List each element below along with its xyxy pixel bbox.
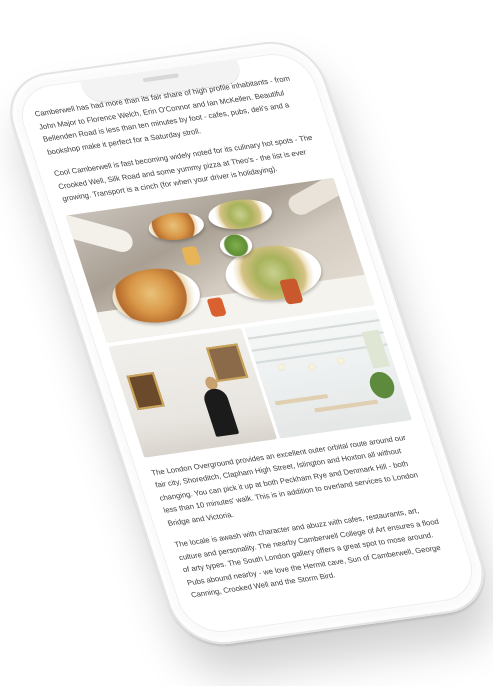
phone-speaker-icon (141, 73, 179, 83)
cafe-table (312, 399, 378, 413)
gallery-visitor (200, 386, 239, 437)
cafe-lamp (277, 363, 284, 370)
phone-mockup: Camberwell has had more than its fair sh… (0, 35, 493, 651)
cafe-wall-shelf (360, 329, 390, 368)
article-content[interactable]: Camberwell has had more than its fair sh… (33, 71, 463, 620)
cafe-lamp (336, 357, 344, 364)
photo-arm (283, 177, 350, 218)
mockup-stage: Camberwell has had more than its fair sh… (0, 0, 493, 686)
photo-glass (180, 245, 201, 266)
photo-arm (65, 212, 134, 255)
cafe-table (273, 393, 328, 405)
cafe-lamp (307, 363, 315, 370)
gallery-painting (125, 371, 165, 410)
photo-pizza (203, 195, 276, 233)
cafe-plant (365, 369, 398, 400)
photo-pizza (144, 208, 208, 243)
